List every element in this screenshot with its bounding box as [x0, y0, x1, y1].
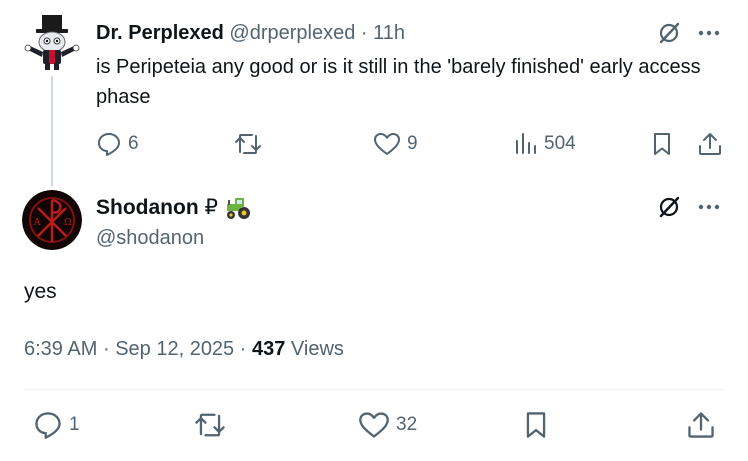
- parent-tweet-text: is Peripeteia any good or is it still in…: [96, 56, 701, 108]
- parent-tweet-header: Dr. Perplexed @drperplexed · 11h: [96, 20, 405, 46]
- bookmark-icon: [654, 133, 670, 155]
- main-tweet-meta: 6:39 AM · Sep 12, 2025 · 437 Views: [24, 336, 344, 362]
- parent-like-count: 9: [407, 133, 418, 154]
- tractor-emoji: [224, 196, 252, 220]
- main-views-count: 437: [251, 338, 286, 360]
- parent-reply-count: 6: [128, 133, 139, 154]
- main-retweet-button[interactable]: [193, 410, 227, 440]
- main-more-icon[interactable]: [698, 204, 720, 210]
- main-share-button[interactable]: [686, 410, 716, 440]
- main-tweet-text: yes: [24, 280, 57, 303]
- main-reply-count: 1: [69, 414, 80, 435]
- meta-dot: ·: [102, 338, 110, 360]
- grok-icon[interactable]: [656, 194, 682, 220]
- parent-like-button[interactable]: 9: [373, 131, 418, 157]
- like-icon: [374, 133, 400, 155]
- parent-retweet-button[interactable]: [233, 131, 263, 157]
- parent-action-bar: 6 9 504: [0, 128, 748, 160]
- retweet-icon: [235, 134, 261, 154]
- main-reply-button[interactable]: 1: [33, 410, 80, 440]
- svg-text:A: A: [33, 218, 41, 228]
- main-like-count: 32: [396, 414, 418, 435]
- parent-bookmark-button[interactable]: [651, 131, 673, 157]
- share-icon: [688, 412, 714, 438]
- parent-display-name[interactable]: Dr. Perplexed: [96, 22, 224, 44]
- parent-share-button[interactable]: [697, 131, 723, 157]
- main-display-name-row: Shodanon ₽: [96, 194, 252, 222]
- parent-time-ago[interactable]: 11h: [373, 22, 405, 44]
- main-handle[interactable]: @shodanon: [96, 225, 204, 251]
- divider: [24, 389, 724, 390]
- avatar-drperplexed[interactable]: [22, 12, 82, 72]
- main-tweet-time[interactable]: 6:39 AM: [24, 338, 97, 360]
- reply-icon: [35, 412, 61, 439]
- parent-views-button[interactable]: 504: [514, 131, 576, 157]
- parent-views-count: 504: [544, 133, 576, 154]
- svg-text:Ω: Ω: [64, 218, 71, 228]
- share-icon: [699, 133, 721, 155]
- meta-dot: ·: [239, 338, 247, 360]
- retweet-icon: [195, 413, 225, 437]
- parent-handle[interactable]: @drperplexed: [229, 22, 355, 44]
- ruble-sign: ₽: [204, 196, 219, 219]
- parent-separator: ·: [360, 22, 368, 44]
- like-icon: [359, 412, 389, 438]
- main-bookmark-button[interactable]: [523, 410, 549, 440]
- avatar-shodanon[interactable]: A Ω: [22, 190, 82, 250]
- main-action-bar: 1 32: [0, 408, 748, 444]
- main-tweet-date[interactable]: Sep 12, 2025: [115, 338, 234, 360]
- reply-icon: [98, 133, 120, 156]
- main-views-label: Views: [290, 338, 344, 360]
- parent-reply-button[interactable]: 6: [96, 131, 139, 157]
- parent-more-icon[interactable]: [698, 30, 720, 36]
- main-display-name[interactable]: Shodanon: [96, 194, 199, 222]
- bookmark-icon: [526, 412, 546, 438]
- grok-icon[interactable]: [656, 20, 682, 46]
- views-icon: [516, 133, 536, 154]
- main-like-button[interactable]: 32: [358, 410, 417, 440]
